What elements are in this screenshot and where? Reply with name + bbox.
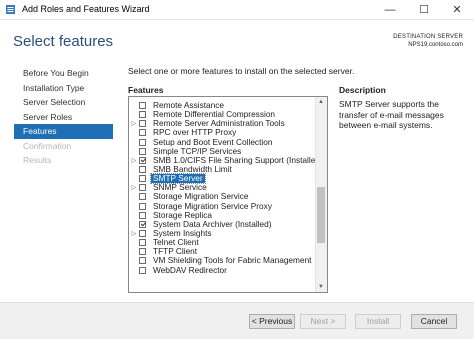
feature-checkbox[interactable]	[139, 120, 146, 128]
feature-checkbox[interactable]	[139, 184, 146, 192]
feature-label: WebDAV Redirector	[153, 264, 227, 275]
feature-checkbox[interactable]	[139, 202, 146, 210]
expand-arrow-icon[interactable]: ▷	[129, 183, 139, 192]
title-bar: Add Roles and Features Wizard — ☐ ✕	[0, 0, 474, 20]
expand-arrow-icon[interactable]: ▷	[129, 229, 139, 238]
window-title: Add Roles and Features Wizard	[22, 4, 150, 14]
cancel-button[interactable]: Cancel	[411, 314, 457, 329]
feature-row[interactable]: WebDAV Redirector	[129, 264, 314, 275]
expand-arrow-icon[interactable]: ▷	[129, 119, 139, 128]
feature-checkbox[interactable]	[139, 156, 146, 164]
maximize-button[interactable]: ☐	[407, 0, 441, 19]
wizard-footer	[0, 302, 474, 339]
close-button[interactable]: ✕	[440, 0, 474, 19]
nav-item-server-roles[interactable]: Server Roles	[14, 110, 113, 125]
features-list[interactable]: Remote Assistance Remote Differential Com…	[128, 96, 328, 293]
nav-item-confirmation: Confirmation	[23, 140, 72, 151]
feature-checkbox[interactable]	[139, 147, 146, 155]
features-list-items: Remote Assistance Remote Differential Com…	[129, 101, 323, 275]
scroll-up-icon[interactable]: ▲	[318, 99, 324, 105]
feature-checkbox[interactable]	[139, 211, 146, 219]
feature-checkbox[interactable]	[139, 102, 146, 110]
minimize-button[interactable]: —	[373, 0, 407, 19]
destination-server-label: DESTINATION SERVER	[393, 34, 463, 40]
server-manager-icon	[6, 5, 15, 14]
feature-checkbox[interactable]	[139, 111, 146, 119]
feature-checkbox[interactable]	[139, 193, 146, 201]
scroll-thumb[interactable]	[317, 187, 325, 243]
destination-server-name: NPS19.contoso.com	[408, 42, 463, 48]
install-button[interactable]: Install	[355, 314, 401, 329]
feature-checkbox[interactable]	[139, 239, 146, 247]
nav-item-server-selection[interactable]: Server Selection	[14, 95, 113, 110]
nav-item-features[interactable]: Features	[14, 124, 113, 139]
feature-checkbox[interactable]	[139, 220, 146, 228]
nav-item-results: Results	[23, 155, 52, 165]
feature-checkbox[interactable]	[139, 257, 146, 265]
page-title: Select features	[13, 33, 114, 50]
feature-checkbox[interactable]	[139, 266, 146, 274]
feature-checkbox[interactable]	[139, 166, 146, 174]
nav-item-installation-type[interactable]: Installation Type	[14, 81, 113, 96]
expand-arrow-icon[interactable]: ▷	[129, 156, 139, 165]
nav-item-before-you-begin[interactable]: Before You Begin	[14, 66, 113, 81]
feature-checkbox[interactable]	[139, 129, 146, 137]
previous-button[interactable]: < Previous	[249, 314, 295, 329]
description-text: SMTP Server supports the transfer of e-m…	[339, 99, 444, 130]
next-button[interactable]: Next >	[300, 314, 346, 329]
feature-checkbox[interactable]	[139, 230, 146, 238]
feature-checkbox[interactable]	[139, 248, 146, 256]
features-scrollbar[interactable]: ▲ ▼	[315, 97, 327, 292]
description-heading: Description	[339, 85, 386, 95]
wizard-nav: Before You Begin Installation Type Serve…	[14, 66, 113, 168]
features-heading: Features	[128, 85, 164, 95]
feature-checkbox[interactable]	[139, 138, 146, 146]
scroll-down-icon[interactable]: ▼	[318, 284, 324, 290]
instructions-text: Select one or more features to install o…	[128, 66, 355, 76]
feature-checkbox[interactable]	[139, 175, 146, 183]
